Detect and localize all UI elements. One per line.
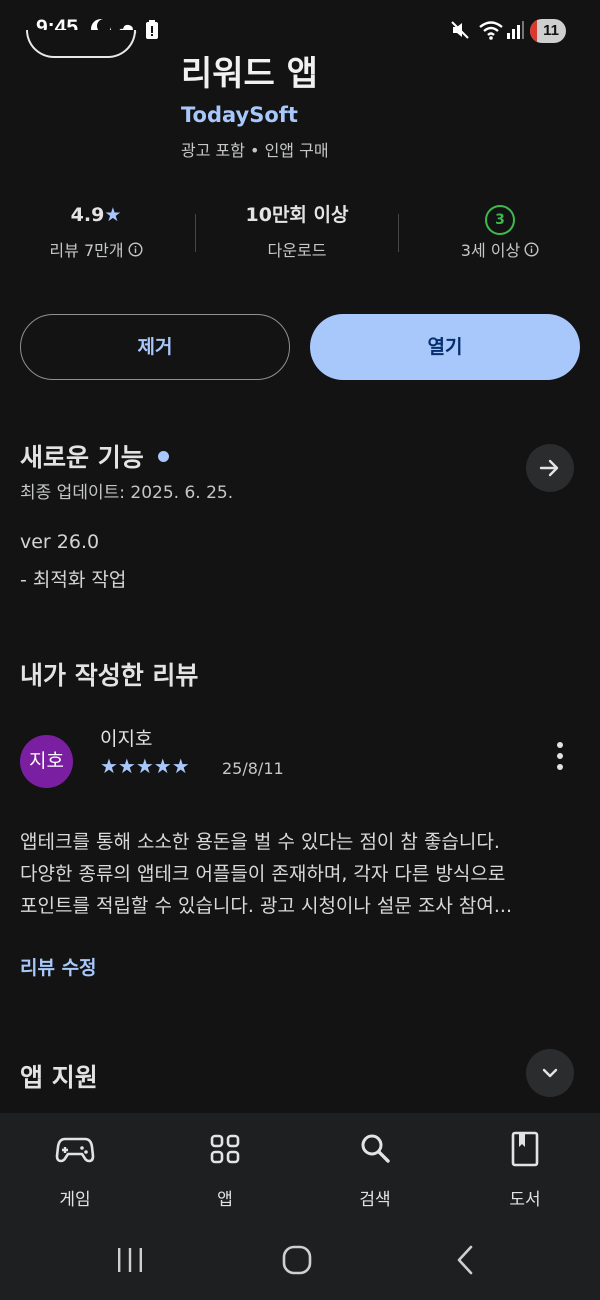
recent-apps-icon[interactable]: [116, 1247, 144, 1277]
age-rating-label: 3세 이상: [460, 241, 521, 260]
nav-books[interactable]: 도서: [450, 1113, 600, 1225]
avatar: 지호: [20, 735, 73, 788]
nav-search[interactable]: 검색: [300, 1113, 450, 1225]
my-review-title: 내가 작성한 리뷰: [20, 661, 199, 690]
gamepad-icon: [55, 1131, 95, 1167]
app-support-expand-button[interactable]: [526, 1049, 574, 1097]
whats-new-title: 새로운 기능: [20, 443, 144, 472]
downloads-stat: 10만회 이상 다운로드: [222, 200, 372, 266]
rating-value: 4.9: [70, 204, 105, 226]
review-date: 25/8/11: [222, 759, 284, 778]
info-icon: [524, 237, 539, 267]
bottom-navigation: 게임 앱 검색 도서: [0, 1113, 600, 1225]
review-line: 앱테크를 통해 소소한 용돈을 벌 수 있다는 점이 참 좋습니다.: [20, 831, 500, 853]
age-rating-badge: 3: [485, 205, 515, 235]
apps-grid-icon: [205, 1131, 245, 1167]
mute-icon: [450, 20, 470, 40]
info-icon: [128, 237, 143, 267]
release-notes: - 최적화 작업: [20, 569, 127, 591]
content-rating-stat[interactable]: 3 3세 이상: [430, 200, 570, 266]
alert-icon: [145, 20, 159, 40]
last-updated: 최종 업데이트: 2025. 6. 25.: [20, 483, 234, 503]
review-line: 다양한 종류의 앱테크 어플들이 존재하며, 각자 다른 방식으로: [20, 863, 506, 885]
back-icon[interactable]: [455, 1244, 475, 1280]
app-support-title[interactable]: 앱 지원: [20, 1058, 98, 1094]
system-navigation-bar: [0, 1225, 600, 1300]
battery-indicator: 11: [530, 19, 566, 43]
more-options-icon[interactable]: [550, 742, 570, 778]
app-meta: 광고 포함 • 인앱 구매: [181, 141, 329, 160]
edit-review-link[interactable]: 리뷰 수정: [20, 953, 97, 980]
home-icon[interactable]: [282, 1245, 312, 1279]
nav-apps[interactable]: 앱: [150, 1113, 300, 1225]
search-icon: [355, 1131, 395, 1167]
review-line: 포인트를 적립할 수 있습니다. 광고 시청이나 설문 조사 참여...: [20, 895, 512, 917]
nav-games[interactable]: 게임: [0, 1113, 150, 1225]
star-icon: ★: [104, 204, 122, 226]
signal-icon: [506, 20, 524, 40]
rating-stat[interactable]: 4.9★ 리뷰 7만개: [28, 200, 164, 266]
new-indicator-dot: [157, 450, 169, 462]
arrow-right-icon: [539, 459, 559, 477]
downloads-value: 10만회 이상: [245, 204, 349, 226]
developer-link[interactable]: TodaySoft: [181, 103, 298, 127]
stat-divider: [195, 214, 196, 252]
battery-level: 11: [543, 22, 559, 39]
play-store-app-page: 9:45 11 리워드 앱 TodaySoft 광고 포함 • 인앱 구매 4.…: [0, 0, 600, 1300]
open-button[interactable]: 열기: [310, 314, 580, 380]
nav-label: 게임: [59, 1190, 91, 1210]
app-title: 리워드 앱: [181, 54, 318, 94]
wifi-icon: [478, 19, 504, 41]
book-icon: [505, 1131, 545, 1167]
nav-label: 도서: [509, 1190, 541, 1210]
nav-label: 앱: [217, 1190, 233, 1210]
reviewer-name: 이지호: [100, 728, 153, 750]
uninstall-button[interactable]: 제거: [20, 314, 290, 380]
downloads-label: 다운로드: [267, 241, 327, 260]
whats-new-header[interactable]: 새로운 기능: [20, 438, 169, 474]
app-icon: [26, 30, 136, 58]
review-stars: ★★★★★: [100, 754, 190, 778]
nav-label: 검색: [359, 1190, 391, 1210]
chevron-down-icon: [542, 1068, 558, 1078]
review-text[interactable]: 앱테크를 통해 소소한 용돈을 벌 수 있다는 점이 참 좋습니다. 다양한 종…: [20, 826, 580, 922]
version-text: ver 26.0: [20, 531, 100, 553]
whats-new-arrow-button[interactable]: [526, 444, 574, 492]
review-count: 리뷰 7만개: [49, 241, 124, 260]
stat-divider: [398, 214, 399, 252]
